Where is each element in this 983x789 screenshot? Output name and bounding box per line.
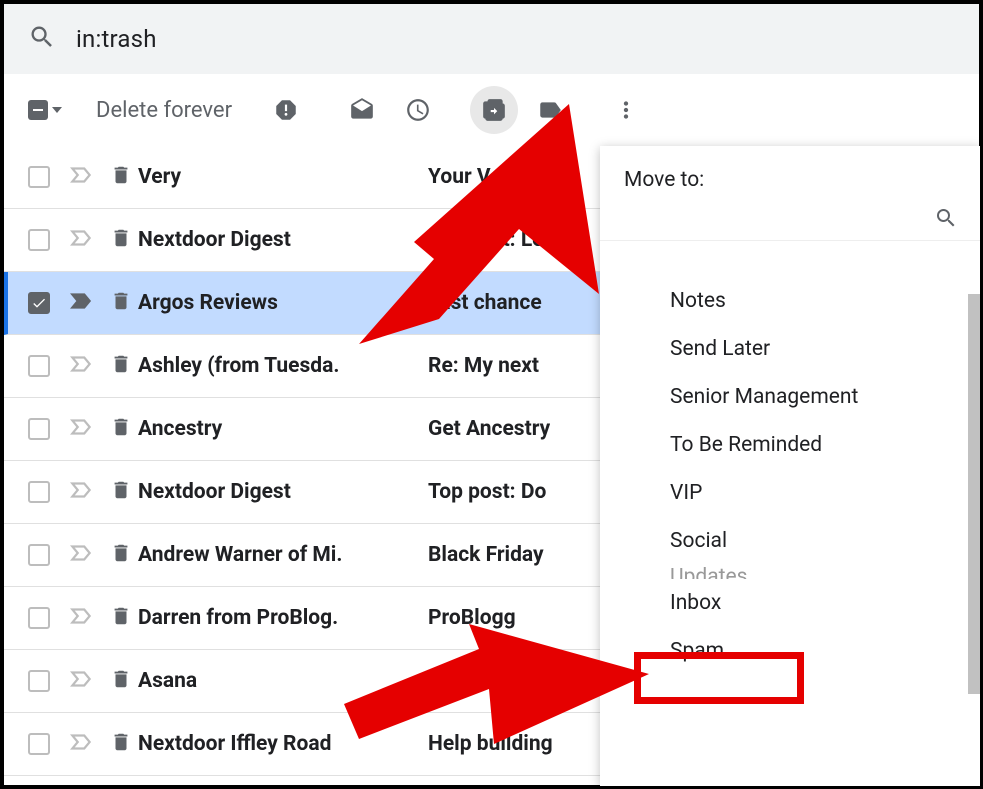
subject: Get Ancestry xyxy=(428,417,550,441)
importance-marker[interactable] xyxy=(68,351,94,381)
subject: Black Friday xyxy=(428,543,544,567)
move-to-option[interactable]: Spam xyxy=(600,627,980,675)
more-button[interactable] xyxy=(602,86,650,134)
subject: Your Very St xyxy=(428,165,545,189)
delete-forever-button[interactable]: Delete forever xyxy=(74,90,254,131)
search-icon xyxy=(934,206,958,230)
move-to-option[interactable]: Send Later xyxy=(600,325,980,373)
dropdown-search-input[interactable] xyxy=(622,208,934,229)
importance-marker[interactable] xyxy=(68,162,94,192)
move-to-option[interactable]: Updates xyxy=(600,565,980,579)
sender: Nextdoor Iffley Road xyxy=(138,732,428,756)
row-checkbox[interactable] xyxy=(28,418,50,440)
trash-icon xyxy=(110,542,132,568)
importance-marker[interactable] xyxy=(68,540,94,570)
dropdown-scrollbar[interactable] xyxy=(968,294,980,694)
trash-icon xyxy=(110,479,132,505)
snooze-button[interactable] xyxy=(394,86,442,134)
move-to-option[interactable]: Inbox xyxy=(600,579,980,627)
row-checkbox[interactable] xyxy=(28,292,50,314)
subject: day xyxy=(428,669,461,693)
select-all-checkbox[interactable] xyxy=(28,96,66,124)
row-checkbox[interactable] xyxy=(28,166,50,188)
move-to-option[interactable]: Senior Management xyxy=(600,373,980,421)
sender: Ashley (from Tuesda. xyxy=(138,354,428,378)
sender: Darren from ProBlog. xyxy=(138,606,428,630)
caret-down-icon[interactable] xyxy=(52,107,62,113)
importance-marker[interactable] xyxy=(68,603,94,633)
sender: Asana xyxy=(138,669,428,693)
sender: Nextdoor Digest xyxy=(138,228,428,252)
importance-marker[interactable] xyxy=(68,666,94,696)
subject: Top post: Do xyxy=(428,480,546,504)
move-to-button[interactable] xyxy=(470,86,518,134)
sender: Ancestry xyxy=(138,417,428,441)
search-icon[interactable] xyxy=(28,23,56,55)
move-to-option[interactable]: Notes xyxy=(600,277,980,325)
importance-marker[interactable] xyxy=(68,414,94,444)
importance-marker[interactable] xyxy=(68,729,94,759)
sender: Nextdoor Digest xyxy=(138,480,428,504)
importance-marker[interactable] xyxy=(68,288,94,318)
subject: Re: My next xyxy=(428,354,539,378)
row-checkbox[interactable] xyxy=(28,544,50,566)
trash-icon xyxy=(110,605,132,631)
dropdown-title: Move to: xyxy=(600,146,980,202)
labels-button[interactable] xyxy=(526,86,574,134)
move-to-option[interactable]: To Be Reminded xyxy=(600,421,980,469)
trash-icon xyxy=(110,290,132,316)
row-checkbox[interactable] xyxy=(28,670,50,692)
trash-icon xyxy=(110,668,132,694)
trash-icon xyxy=(110,353,132,379)
trash-icon xyxy=(110,164,132,190)
sender: Argos Reviews xyxy=(138,291,428,315)
row-checkbox[interactable] xyxy=(28,481,50,503)
dropdown-search[interactable] xyxy=(600,202,980,241)
row-checkbox[interactable] xyxy=(28,607,50,629)
subject: Help building xyxy=(428,732,553,756)
row-checkbox[interactable] xyxy=(28,733,50,755)
report-spam-button[interactable] xyxy=(262,86,310,134)
sender: Very xyxy=(138,165,428,189)
importance-marker[interactable] xyxy=(68,225,94,255)
search-bar: in:trash xyxy=(4,4,979,74)
sender: Andrew Warner of Mi. xyxy=(138,543,428,567)
move-to-dropdown: Move to: NotesSend LaterSenior Managemen… xyxy=(600,146,980,786)
toolbar: Delete forever xyxy=(4,74,979,146)
trash-icon xyxy=(110,416,132,442)
subject: Top post: Lo xyxy=(428,228,544,252)
search-input[interactable]: in:trash xyxy=(76,25,157,53)
subject: ProBlogg xyxy=(428,606,516,630)
trash-icon xyxy=(110,227,132,253)
trash-icon xyxy=(110,731,132,757)
move-to-option[interactable]: VIP xyxy=(600,469,980,517)
move-to-option[interactable]: Social xyxy=(600,517,980,565)
row-checkbox[interactable] xyxy=(28,229,50,251)
subject: Last chance xyxy=(428,291,542,315)
importance-marker[interactable] xyxy=(68,477,94,507)
row-checkbox[interactable] xyxy=(28,355,50,377)
mark-read-button[interactable] xyxy=(338,86,386,134)
